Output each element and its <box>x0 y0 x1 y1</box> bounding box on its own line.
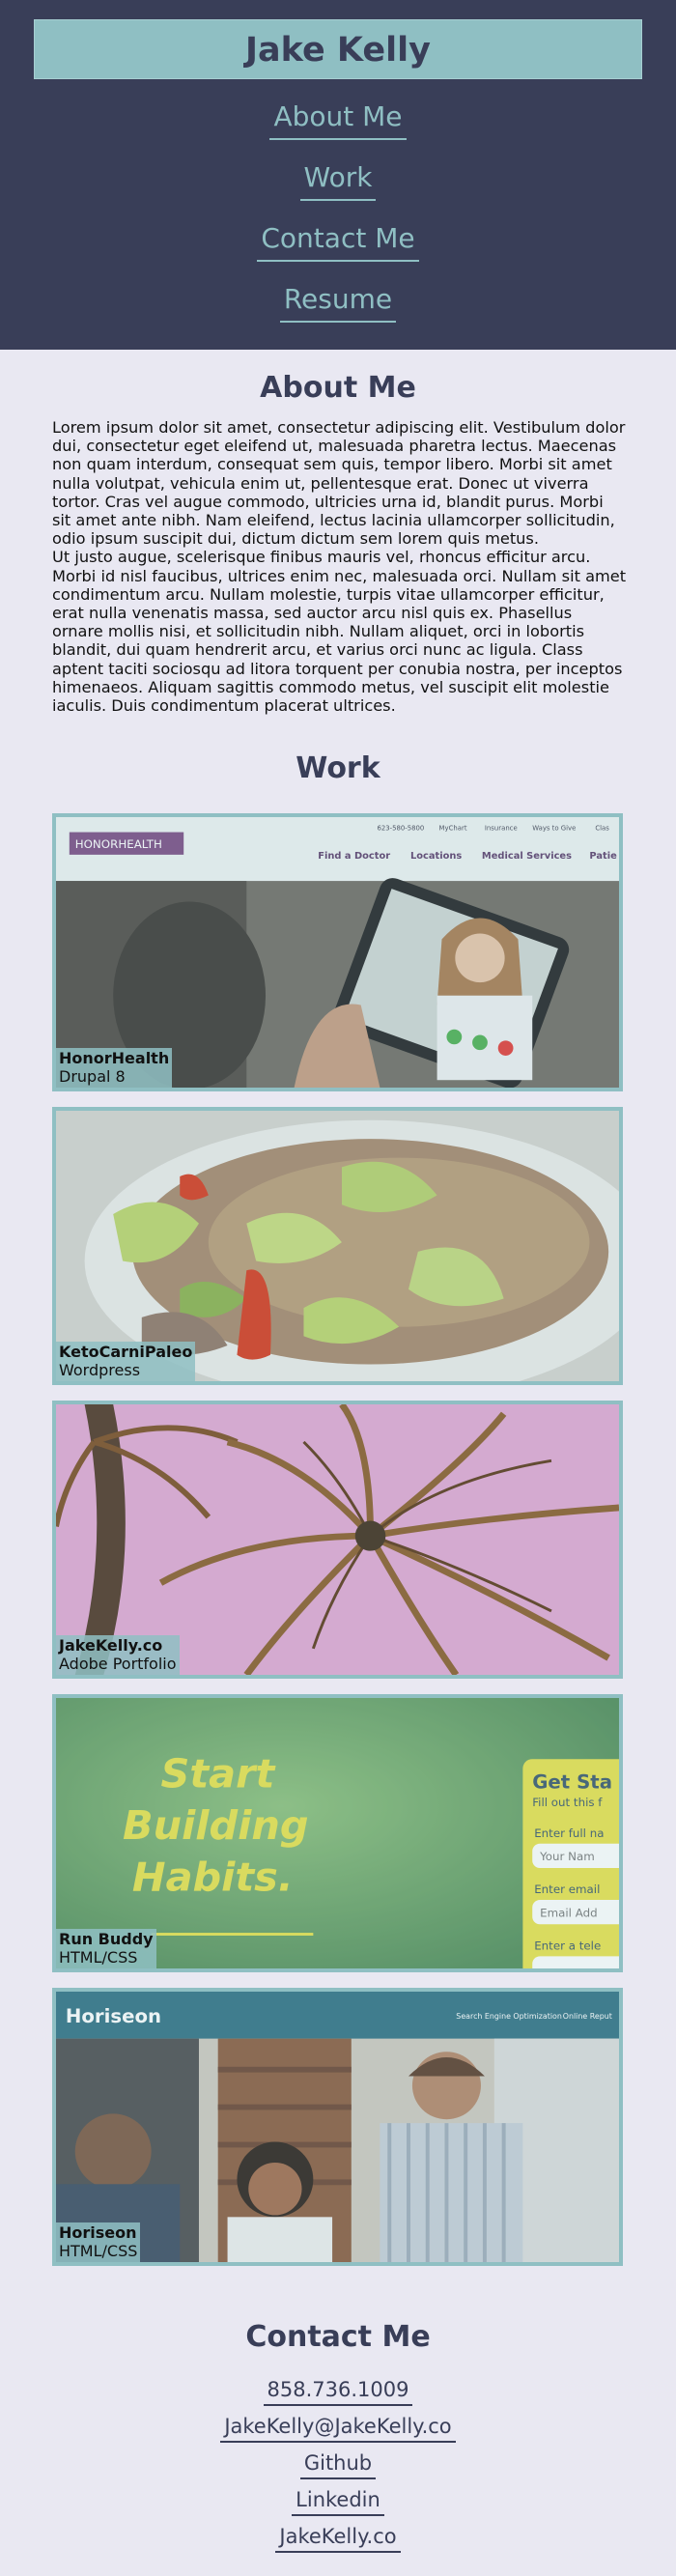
project-label: HonorHealth Drupal 8 <box>56 1048 173 1088</box>
site-header: Jake Kelly About Me Work Contact Me Resu… <box>0 0 676 350</box>
project-card-jakekelly-co[interactable]: JakeKelly.co Adobe Portfolio <box>52 1401 623 1679</box>
project-label: Run Buddy HTML/CSS <box>56 1929 156 1968</box>
site-title: Jake Kelly <box>34 19 642 79</box>
project-tech: Adobe Portfolio <box>59 1655 177 1673</box>
project-card-run-buddy[interactable]: Start Building Habits. Get Sta Fill out … <box>52 1694 623 1972</box>
contact-email-link[interactable]: JakeKelly@JakeKelly.co <box>220 2415 456 2443</box>
project-name: Horiseon <box>59 2223 137 2242</box>
about-paragraph: Lorem ipsum dolor sit amet, consectetur … <box>52 418 626 549</box>
project-card-horiseon[interactable]: Horiseon Search Engine Optimization Onli… <box>52 1988 623 2266</box>
project-tech: HTML/CSS <box>59 1948 138 1967</box>
project-name: Run Buddy <box>59 1930 154 1948</box>
about-heading: About Me <box>260 371 416 405</box>
contact-website-link[interactable]: JakeKelly.co <box>275 2525 401 2553</box>
contact-github-link[interactable]: Github <box>299 2451 377 2479</box>
project-tech: Wordpress <box>59 1361 141 1379</box>
project-label: KetoCarniPaleo Wordpress <box>56 1342 196 1381</box>
project-label: Horiseon HTML/CSS <box>56 2222 141 2262</box>
contact-linkedin-link[interactable]: Linkedin <box>292 2488 384 2516</box>
project-name: JakeKelly.co <box>59 1636 163 1655</box>
contact-list: 858.736.1009 JakeKelly@JakeKelly.co Gith… <box>0 2378 676 2562</box>
project-card-ketocarnipaleo[interactable]: KetoCarniPaleo Wordpress <box>52 1107 623 1385</box>
project-tech: Drupal 8 <box>59 1067 126 1086</box>
nav-link-about-me[interactable]: About Me <box>269 97 407 140</box>
main-nav: About Me Work Contact Me Resume <box>0 97 676 340</box>
contact-heading: Contact Me <box>245 2320 431 2354</box>
project-label: JakeKelly.co Adobe Portfolio <box>56 1635 180 1675</box>
nav-link-contact-me[interactable]: Contact Me <box>257 218 419 262</box>
nav-link-work[interactable]: Work <box>299 157 377 201</box>
project-card-honorhealth[interactable]: HONORHEALTH 623-580-5800 MyChart Insuran… <box>52 813 623 1091</box>
nav-link-resume[interactable]: Resume <box>279 279 397 323</box>
contact-phone-link[interactable]: 858.736.1009 <box>263 2378 413 2406</box>
project-name: KetoCarniPaleo <box>59 1343 193 1361</box>
work-heading: Work <box>296 751 380 785</box>
about-text: Lorem ipsum dolor sit amet, consectetur … <box>52 418 627 715</box>
project-tech: HTML/CSS <box>59 2242 138 2260</box>
project-name: HonorHealth <box>59 1049 170 1067</box>
about-paragraph: Ut justo augue, scelerisque finibus maur… <box>52 548 627 716</box>
